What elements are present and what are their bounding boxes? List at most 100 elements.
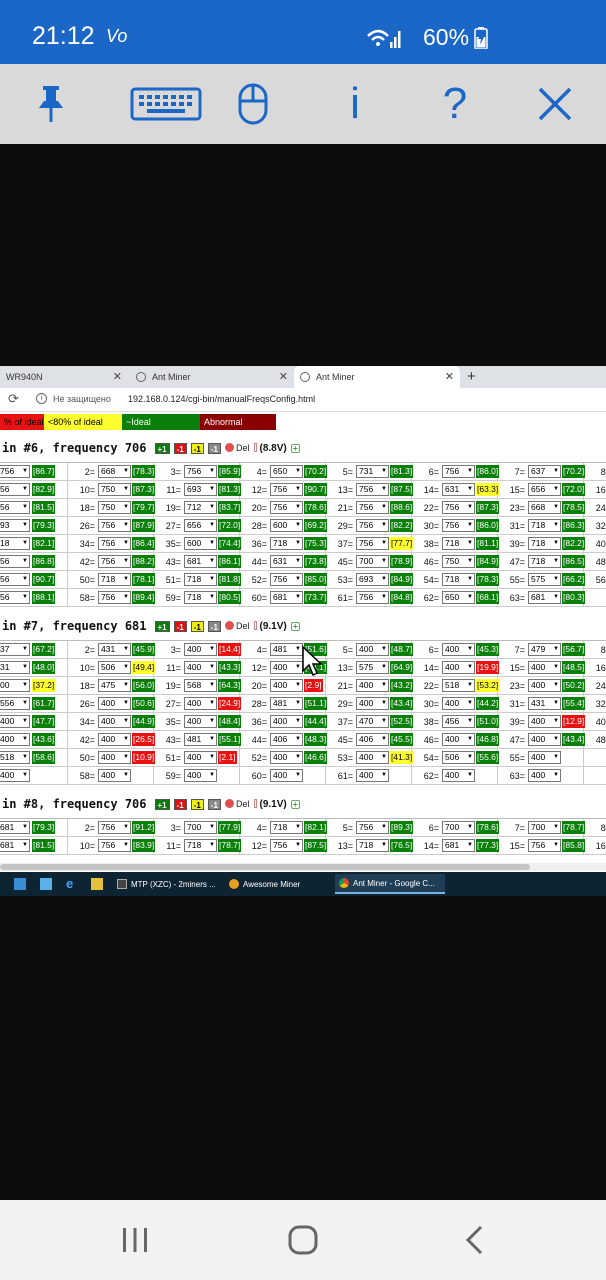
frequency-select[interactable]: 650	[442, 591, 475, 604]
tab-ant-miner-1[interactable]: Ant Miner ✕	[130, 366, 294, 388]
frequency-select[interactable]: 400	[184, 643, 217, 656]
frequency-select[interactable]: 668	[528, 501, 561, 514]
frequency-select[interactable]: 400	[184, 769, 217, 782]
frequency-select[interactable]: 475	[98, 679, 131, 692]
frequency-select[interactable]: 681	[270, 591, 303, 604]
frequency-select[interactable]: 756	[270, 483, 303, 496]
frequency-select[interactable]: 400	[0, 715, 30, 728]
back-button[interactable]	[450, 1222, 500, 1258]
expand-icon[interactable]: +	[290, 799, 300, 809]
frequency-select[interactable]: 718	[356, 839, 389, 852]
frequency-select[interactable]: 400	[528, 715, 561, 728]
frequency-select[interactable]: 756	[356, 501, 389, 514]
frequency-select[interactable]: 37	[0, 643, 30, 656]
frequency-select[interactable]: 400	[442, 697, 475, 710]
frequency-select[interactable]: 400	[0, 769, 30, 782]
frequency-select[interactable]: 718	[98, 573, 131, 586]
tab-ant-miner-2[interactable]: Ant Miner ✕	[294, 366, 460, 388]
frequency-select[interactable]: 750	[442, 555, 475, 568]
minus-one-yellow-button[interactable]: -1	[190, 620, 204, 632]
frequency-select[interactable]: 718	[528, 555, 561, 568]
frequency-select[interactable]: 56	[0, 591, 30, 604]
frequency-select[interactable]: 656	[184, 519, 217, 532]
plus-one-button[interactable]: +1	[154, 620, 170, 632]
frequency-select[interactable]: 681	[184, 555, 217, 568]
frequency-select[interactable]: 756	[98, 821, 131, 834]
frequency-select[interactable]: 756	[270, 501, 303, 514]
frequency-select[interactable]: 700	[184, 821, 217, 834]
frequency-select[interactable]: 00	[0, 679, 30, 692]
frequency-select[interactable]: 481	[184, 733, 217, 746]
frequency-select[interactable]: 750	[98, 501, 131, 514]
minus-one-gray-button[interactable]: -1	[207, 798, 221, 810]
frequency-select[interactable]: 637	[528, 465, 561, 478]
frequency-select[interactable]: 400	[98, 769, 131, 782]
frequency-select[interactable]: 575	[528, 573, 561, 586]
frequency-select[interactable]: 456	[442, 715, 475, 728]
frequency-select[interactable]: 400	[356, 679, 389, 692]
frequency-select[interactable]: 756	[98, 555, 131, 568]
tab-close-icon[interactable]: ✕	[445, 370, 454, 383]
frequency-select[interactable]: 400	[528, 751, 561, 764]
frequency-select[interactable]: 400	[270, 751, 303, 764]
frequency-select[interactable]: 400	[356, 751, 389, 764]
edge-icon[interactable]: e	[66, 877, 78, 890]
frequency-select[interactable]: 400	[270, 679, 303, 692]
frequency-select[interactable]: 756	[356, 821, 389, 834]
frequency-select[interactable]: 400	[270, 661, 303, 674]
frequency-select[interactable]: 400	[98, 733, 131, 746]
frequency-select[interactable]: 400	[356, 697, 389, 710]
frequency-select[interactable]: 400	[356, 643, 389, 656]
tab-close-icon[interactable]: ✕	[113, 370, 122, 383]
frequency-select[interactable]: 731	[356, 465, 389, 478]
frequency-select[interactable]: 568	[184, 679, 217, 692]
frequency-select[interactable]: 681	[0, 821, 30, 834]
frequency-select[interactable]: 431	[98, 643, 131, 656]
frequency-select[interactable]: 681	[442, 839, 475, 852]
frequency-select[interactable]: 756	[98, 591, 131, 604]
expand-icon[interactable]: +	[290, 621, 300, 631]
minus-one-red-button[interactable]: -1	[173, 620, 187, 632]
frequency-select[interactable]: 718	[184, 573, 217, 586]
task-awesome-miner[interactable]: Awesome Miner	[225, 874, 331, 894]
mouse-button[interactable]	[228, 82, 278, 126]
minus-one-red-button[interactable]: -1	[173, 442, 187, 454]
frequency-select[interactable]: 431	[528, 697, 561, 710]
frequency-select[interactable]: 400	[270, 715, 303, 728]
frequency-select[interactable]: 400	[442, 769, 475, 782]
frequency-select[interactable]: 400	[356, 769, 389, 782]
frequency-select[interactable]: 681	[528, 591, 561, 604]
task-ant-miner-chrome[interactable]: Ant Miner - Google C...	[335, 874, 445, 894]
frequency-select[interactable]: 718	[528, 537, 561, 550]
frequency-select[interactable]: 506	[98, 661, 131, 674]
frequency-select[interactable]: 400	[184, 751, 217, 764]
plus-one-button[interactable]: +1	[154, 442, 170, 454]
frequency-select[interactable]: 756	[184, 465, 217, 478]
folder-icon[interactable]	[91, 878, 103, 890]
minus-one-yellow-button[interactable]: -1	[190, 442, 204, 454]
explorer-app-icon[interactable]	[40, 878, 52, 890]
frequency-select[interactable]: 31	[0, 661, 30, 674]
url-text[interactable]: 192.168.0.124/cgi-bin/manualFreqsConfig.…	[128, 394, 315, 404]
minus-one-gray-button[interactable]: -1	[207, 620, 221, 632]
minus-one-red-button[interactable]: -1	[173, 798, 187, 810]
frequency-select[interactable]: 681	[0, 839, 30, 852]
frequency-select[interactable]: 693	[184, 483, 217, 496]
scrollbar-thumb[interactable]	[0, 864, 530, 870]
close-button[interactable]	[530, 82, 580, 126]
frequency-select[interactable]: 600	[270, 519, 303, 532]
frequency-select[interactable]: 700	[442, 821, 475, 834]
frequency-select[interactable]: 756	[98, 519, 131, 532]
frequency-select[interactable]: 400	[98, 751, 131, 764]
frequency-select[interactable]: 756	[442, 465, 475, 478]
plus-one-button[interactable]: +1	[154, 798, 170, 810]
frequency-select[interactable]: 400	[184, 697, 217, 710]
frequency-select[interactable]: 631	[442, 483, 475, 496]
home-button[interactable]	[278, 1222, 328, 1258]
frequency-select[interactable]: 400	[442, 733, 475, 746]
horizontal-scrollbar[interactable]	[0, 863, 606, 871]
keyboard-button[interactable]	[126, 82, 206, 126]
frequency-select[interactable]: 656	[528, 483, 561, 496]
frequency-select[interactable]: 718	[442, 537, 475, 550]
remote-screen[interactable]: WR940N ✕ Ant Miner ✕ Ant Miner ✕ + ⟳ i Н…	[0, 366, 606, 896]
